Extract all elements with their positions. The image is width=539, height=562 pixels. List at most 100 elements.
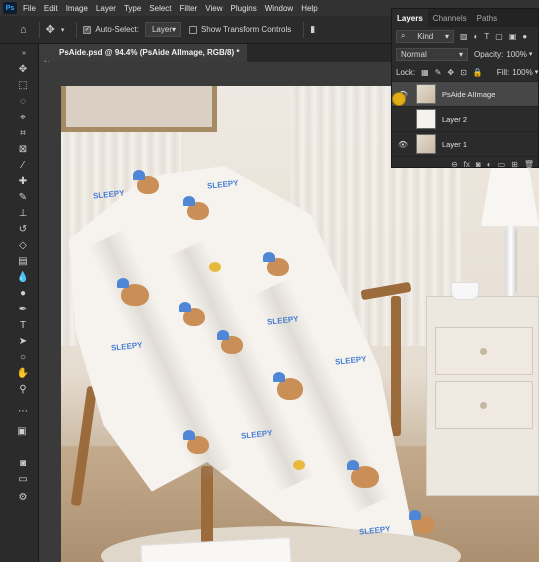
bear-motif <box>117 278 149 306</box>
menu-view[interactable]: View <box>205 4 222 13</box>
show-transform-checkbox[interactable] <box>188 25 197 34</box>
frame-tool-icon[interactable]: ⊠ <box>15 142 31 156</box>
shape-tool-icon[interactable]: ○ <box>15 350 31 364</box>
cursor-highlight-icon <box>392 92 406 106</box>
tab-paths[interactable]: Paths <box>472 9 502 27</box>
path-selection-tool-icon[interactable]: ➤ <box>15 334 31 348</box>
auto-select-checkbox[interactable]: ✓ <box>83 25 92 34</box>
blur-tool-icon[interactable]: 💧 <box>15 270 31 284</box>
zoom-tool-icon[interactable]: ⚲ <box>15 382 31 396</box>
lasso-tool-icon[interactable]: ◌ <box>15 94 31 108</box>
tools-panel: » ✥ ⬚ ◌ ⌖ ⌗ ⊠ ⁄ ✚ ✎ ⊥ ↺ ◇ ▤ 💧 ● ✒ T ➤ ○ … <box>0 44 55 562</box>
menu-filter[interactable]: Filter <box>180 4 198 13</box>
lock-artboard-icon[interactable]: ⊡ <box>460 68 467 77</box>
move-tool-preset-icon[interactable]: ✥ <box>46 23 55 36</box>
yellow-dot-motif <box>293 460 305 470</box>
layer-filter-value: Kind <box>417 31 434 41</box>
chevron-down-icon[interactable]: ▾ <box>61 26 65 34</box>
layer-name[interactable]: Layer 1 <box>442 140 467 149</box>
layer-name[interactable]: PsAide AIImage <box>442 90 495 99</box>
marquee-tool-icon[interactable]: ⬚ <box>15 78 31 92</box>
menu-layer[interactable]: Layer <box>96 4 116 13</box>
blend-mode-dropdown[interactable]: Normal ▾ <box>396 47 468 61</box>
chevron-down-icon[interactable]: ▾ <box>535 68 539 76</box>
history-brush-tool-icon[interactable]: ↺ <box>15 222 31 236</box>
menu-select[interactable]: Select <box>149 4 171 13</box>
layer-mask-icon[interactable]: ◙ <box>476 160 481 169</box>
crop-tool-icon[interactable]: ⌗ <box>15 126 31 140</box>
fill-value[interactable]: 100% <box>512 68 532 77</box>
document-tab[interactable]: PsAide.psd @ 94.4% (PsAide AIImage, RGB/… <box>39 44 248 62</box>
menu-help[interactable]: Help <box>301 4 317 13</box>
eraser-tool-icon[interactable]: ◇ <box>15 238 31 252</box>
lock-all-icon[interactable]: 🔒 <box>473 68 483 77</box>
tab-channels[interactable]: Channels <box>428 9 472 27</box>
layer-row[interactable]: Layer 2 <box>392 106 538 131</box>
menu-type[interactable]: Type <box>124 4 141 13</box>
bear-motif <box>273 372 303 400</box>
yellow-dot-motif <box>209 262 221 272</box>
coffee-cup <box>451 282 479 300</box>
layer-filter-row: ⌕ Kind ▾ ▨ ◐ T ▢ ▣ ● <box>392 27 538 45</box>
contextual-bar-icon[interactable]: ⚙ <box>15 490 31 504</box>
brush-tool-icon[interactable]: ✎ <box>15 190 31 204</box>
move-tool-icon[interactable]: ✥ <box>15 62 31 76</box>
smart-object-filter-icon[interactable]: ▣ <box>509 32 517 41</box>
opacity-value[interactable]: 100% <box>506 50 526 59</box>
shape-filter-icon[interactable]: ▢ <box>495 32 503 41</box>
auto-select-target-dropdown[interactable]: Layer ▾ <box>144 22 181 37</box>
wall-picture-frame <box>61 86 217 132</box>
layer-style-icon[interactable]: fx <box>464 160 470 169</box>
lock-transparent-icon[interactable]: ▦ <box>421 68 429 77</box>
menu-plugins[interactable]: Plugins <box>231 4 257 13</box>
hand-tool-icon[interactable]: ✋ <box>15 366 31 380</box>
bear-motif <box>179 302 205 326</box>
type-tool-icon[interactable]: T <box>15 318 31 332</box>
home-icon[interactable]: ⌂ <box>20 24 27 36</box>
healing-brush-tool-icon[interactable]: ✚ <box>15 174 31 188</box>
screen-mode-icon[interactable]: ▭ <box>15 472 31 486</box>
photoshop-logo-icon[interactable]: Ps <box>3 2 17 14</box>
chevron-down-icon: ▾ <box>444 31 449 41</box>
lock-position-icon[interactable]: ✥ <box>447 68 454 77</box>
gradient-tool-icon[interactable]: ▤ <box>15 254 31 268</box>
show-transform-label: Show Transform Controls <box>200 25 292 34</box>
adjustment-layer-icon[interactable]: ◐ <box>487 160 492 169</box>
layer-row[interactable]: 👁 PsAide AIImage <box>392 81 538 106</box>
lock-pixels-icon[interactable]: ✎ <box>435 68 442 77</box>
chevron-down-icon[interactable]: ▾ <box>529 50 533 58</box>
type-filter-icon[interactable]: T <box>484 32 489 41</box>
link-layers-icon[interactable]: ⊖ <box>451 160 458 169</box>
adjustment-filter-icon[interactable]: ◐ <box>474 32 479 41</box>
layers-panel: Layers Channels Paths ⌕ Kind ▾ ▨ ◐ T ▢ ▣… <box>391 8 539 169</box>
bear-motif <box>409 510 435 534</box>
layer-thumbnail <box>416 134 436 154</box>
layer-name[interactable]: Layer 2 <box>442 115 467 124</box>
lamp-shade <box>481 166 539 226</box>
clone-stamp-tool-icon[interactable]: ⊥ <box>15 206 31 220</box>
quick-mask-icon[interactable]: ◙ <box>15 456 31 470</box>
pen-tool-icon[interactable]: ✒ <box>15 302 31 316</box>
visibility-eye-icon[interactable]: 👁 <box>396 140 410 149</box>
layer-row[interactable]: 👁 Layer 1 <box>392 131 538 156</box>
group-layers-icon[interactable]: ▭ <box>498 160 506 169</box>
drawer-knob <box>480 402 487 409</box>
menu-window[interactable]: Window <box>265 4 293 13</box>
pixel-filter-icon[interactable]: ▨ <box>460 32 468 41</box>
new-layer-icon[interactable]: ⊞ <box>511 160 518 169</box>
fill-label: Fill: <box>496 67 510 77</box>
tab-layers[interactable]: Layers <box>392 9 428 27</box>
object-select-tool-icon[interactable]: ⌖ <box>15 110 31 124</box>
delete-layer-icon[interactable]: 🗑 <box>524 160 534 169</box>
more-tools-icon[interactable]: ⋯ <box>15 404 31 418</box>
dodge-tool-icon[interactable]: ● <box>15 286 31 300</box>
toolbar-collapse-icon[interactable]: » <box>16 46 32 60</box>
filter-toggle-icon[interactable]: ● <box>522 32 527 41</box>
color-swatches-icon[interactable]: ▣ <box>14 424 30 438</box>
align-left-icon[interactable]: ▮ <box>310 24 315 35</box>
menu-edit[interactable]: Edit <box>44 4 58 13</box>
menu-image[interactable]: Image <box>66 4 88 13</box>
layer-filter-dropdown[interactable]: ⌕ Kind ▾ <box>396 29 454 43</box>
menu-file[interactable]: File <box>23 4 36 13</box>
eyedropper-tool-icon[interactable]: ⁄ <box>15 158 31 172</box>
